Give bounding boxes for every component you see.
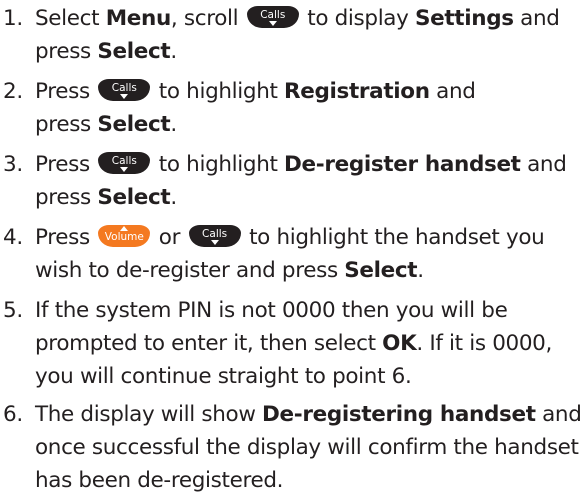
step-text: to display [300,6,415,31]
step-3-line-2: press Select. [0,181,587,214]
calls-key-icon: Calls [246,6,299,28]
step-text: The display will show [35,402,263,427]
calls-key-label: Calls [111,82,137,94]
step-5-line-1: 5. If the system PIN is not 0000 then you… [0,294,587,327]
step-text: or [152,225,181,250]
step-text: Press [35,225,90,250]
step-text: . [170,185,177,210]
instruction-steps: 1. Select Menu, scroll Calls to display S… [0,0,587,495]
step-text: Select [35,6,106,31]
step-5: 5. If the system PIN is not 0000 then you… [0,294,587,393]
step-3: 3. Press Calls to highlight De-register h… [0,148,587,214]
step-bold-text: Select [344,258,418,283]
step-text: If the system PIN is not 0000 then you w… [35,298,508,323]
step-6-line-3: has been de-registered. [0,464,587,497]
step-2: 2. Press Calls to highlight Registration … [0,75,587,141]
step-number: 6. [3,402,23,427]
step-bold-text: Registration [284,79,430,104]
calls-key-icon: Calls [98,152,151,174]
step-bold-text: Menu [105,6,172,31]
down-arrow-icon [210,240,219,245]
calls-key-label: Calls [260,9,286,21]
volume-key-label: Volume [104,231,144,243]
step-2-line-1: 2. Press Calls to highlight Registration … [0,75,587,108]
step-6: 6. The display will show De-registering h… [0,398,587,497]
step-text: to highlight [152,79,285,104]
step-bold-text: De-register handset [284,152,521,177]
step-6-line-1: 6. The display will show De-registering h… [0,398,587,431]
volume-key-icon: Volume [98,225,151,247]
step-text: Press [35,79,90,104]
step-text: . If it is 0000, [416,331,552,356]
step-4: 4. Press Volume or Calls to highlight the… [0,221,587,287]
step-bold-text: Select [97,39,171,64]
step-bold-text: Select [97,112,171,137]
step-text: has been de-registered. [35,468,284,493]
step-text: , scroll [170,6,239,31]
down-arrow-icon [268,21,277,26]
step-text: prompted to enter it, then select [35,331,383,356]
step-5-line-2: prompted to enter it, then select OK. If… [0,327,587,360]
step-6-line-2: once successful the display will confirm… [0,431,587,464]
down-arrow-icon [120,167,129,172]
step-number: 4. [3,225,23,250]
calls-key-icon: Calls [188,225,241,247]
step-text: Press [35,152,90,177]
calls-key-label: Calls [202,228,228,240]
step-1-line-2: press Select. [0,35,587,68]
step-text: . [417,258,424,283]
step-3-line-1: 3. Press Calls to highlight De-register h… [0,148,587,181]
step-text: and [535,402,582,427]
calls-key-icon: Calls [98,79,151,101]
step-1-line-1: 1. Select Menu, scroll Calls to display S… [0,2,587,35]
step-4-line-1: 4. Press Volume or Calls to highlight the… [0,221,587,254]
step-text: press [35,185,98,210]
down-arrow-icon [120,94,129,99]
step-bold-text: De-registering handset [262,402,536,427]
step-text: press [35,112,98,137]
step-text: . [170,112,177,137]
step-text: to highlight the handset you [242,225,545,250]
step-text: to highlight [152,152,285,177]
step-number: 2. [3,79,23,104]
step-bold-text: Settings [415,6,514,31]
step-1: 1. Select Menu, scroll Calls to display S… [0,2,587,68]
step-bold-text: OK [382,331,417,356]
step-4-line-2: wish to de-register and press Select. [0,254,587,287]
step-text: . [170,39,177,64]
step-text: and [520,152,567,177]
calls-key-label: Calls [111,155,137,167]
step-text: press [35,39,98,64]
step-text: and [429,79,476,104]
step-number: 1. [3,6,23,31]
step-2-line-2: press Select. [0,108,587,141]
step-5-line-3: you will continue straight to point 6. [0,360,587,393]
step-bold-text: Select [97,185,171,210]
step-text: and [513,6,560,31]
step-number: 3. [3,152,23,177]
step-text: wish to de-register and press [35,258,345,283]
step-text: you will continue straight to point 6. [35,364,412,389]
step-text: once successful the display will confirm… [35,435,579,460]
step-number: 5. [3,298,23,323]
